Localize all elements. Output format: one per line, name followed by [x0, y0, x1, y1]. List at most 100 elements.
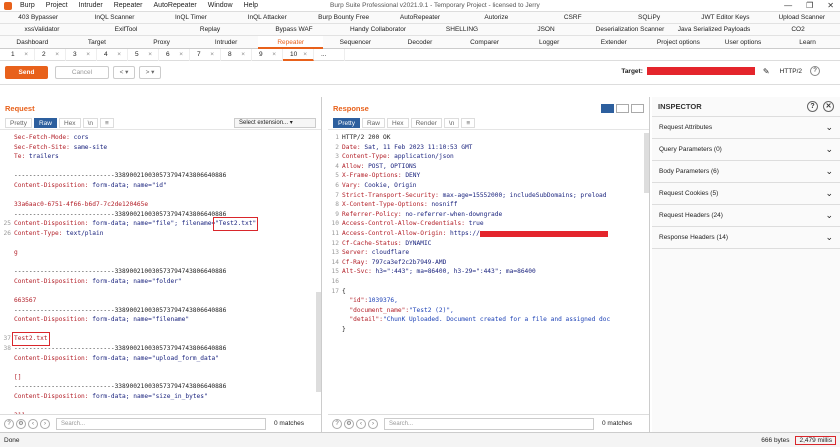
- response-view-tab[interactable]: Render: [410, 117, 442, 128]
- request-view-tab[interactable]: \n: [82, 117, 98, 128]
- repeater-tab[interactable]: 6 ×: [159, 48, 190, 61]
- inspector-section[interactable]: Body Parameters (6) ⌄: [652, 161, 840, 183]
- repeater-tab[interactable]: 1 ×: [4, 48, 35, 61]
- layout-toggle[interactable]: [599, 103, 644, 113]
- inspector-section[interactable]: Query Parameters (0) ⌄: [652, 139, 840, 161]
- request-view-tab[interactable]: ≡: [99, 117, 114, 128]
- inspector-section[interactable]: Request Attributes ⌄: [652, 117, 840, 139]
- layout-vertical-icon[interactable]: [631, 103, 644, 113]
- tab-close-icon[interactable]: ×: [210, 49, 214, 61]
- extension-tab[interactable]: Upload Scanner: [764, 14, 840, 21]
- target-host-redacted[interactable]: [646, 67, 755, 75]
- extension-tab[interactable]: Handy Collaborator: [336, 26, 420, 33]
- tab-user-options[interactable]: User options: [711, 36, 776, 49]
- tab-extender[interactable]: Extender: [581, 36, 646, 49]
- settings-gear-icon[interactable]: ⚙: [16, 418, 26, 429]
- tab-close-icon[interactable]: ×: [241, 49, 245, 61]
- tab-sequencer[interactable]: Sequencer: [323, 36, 388, 49]
- request-search-input[interactable]: Search...: [56, 417, 266, 430]
- tab-logger[interactable]: Logger: [517, 36, 582, 49]
- repeater-tab[interactable]: 3 ×: [66, 48, 97, 61]
- response-view-tab[interactable]: ≡: [461, 117, 476, 128]
- response-search-input[interactable]: Search...: [384, 417, 594, 430]
- extension-tab[interactable]: Replay: [168, 26, 252, 33]
- help-icon[interactable]: ?: [810, 66, 820, 76]
- response-view-tab[interactable]: Raw: [361, 117, 385, 128]
- request-scrollbar[interactable]: [316, 292, 321, 392]
- forward-arrow-icon[interactable]: ›: [368, 418, 378, 429]
- maximize-icon[interactable]: ❐: [806, 1, 813, 10]
- menu-item-autorepeater[interactable]: AutoRepeater: [154, 2, 197, 9]
- inspector-section[interactable]: Request Cookies (5) ⌄: [652, 183, 840, 205]
- menu-item-intruder[interactable]: Intruder: [79, 2, 103, 9]
- repeater-tab[interactable]: 8 ×: [221, 48, 252, 61]
- extension-tab[interactable]: Java Serialized Payloads: [672, 26, 756, 33]
- extension-tab[interactable]: AutoRepeater: [382, 14, 458, 21]
- tab-close-icon[interactable]: ×: [148, 49, 152, 61]
- menu-item-burp[interactable]: Burp: [20, 2, 35, 9]
- response-view-tab[interactable]: \n: [443, 117, 460, 128]
- extension-tab[interactable]: InQL Scanner: [76, 14, 152, 21]
- layout-split-icon[interactable]: [601, 103, 614, 113]
- repeater-tab[interactable]: 2 ×: [35, 48, 66, 61]
- tab-close-icon[interactable]: ×: [179, 49, 183, 61]
- select-extension-dropdown[interactable]: Select extension... ▾: [234, 117, 316, 128]
- extension-tab[interactable]: InQL Attacker: [229, 14, 305, 21]
- extension-tab[interactable]: SQLiPy: [611, 14, 687, 21]
- help-icon[interactable]: ?: [4, 418, 14, 429]
- repeater-tab[interactable]: 4 ×: [97, 48, 128, 61]
- previous-button[interactable]: < ▾: [113, 66, 135, 79]
- protocol-label[interactable]: HTTP/2: [780, 68, 802, 75]
- response-editor[interactable]: 1 HTTP/2 200 OK 2 Date: Sat, 11 Feb 2023 11…: [328, 133, 649, 414]
- tab-learn[interactable]: Learn: [775, 36, 840, 49]
- extension-tab[interactable]: xssValidator: [0, 26, 84, 33]
- extension-tab[interactable]: 403 Bypasser: [0, 14, 76, 21]
- repeater-tab[interactable]: 9 ×: [252, 48, 283, 61]
- tab-dashboard[interactable]: Dashboard: [0, 36, 65, 49]
- tab-close-icon[interactable]: ×: [272, 49, 276, 61]
- extension-tab[interactable]: JWT Editor Keys: [687, 14, 763, 21]
- extension-tab[interactable]: Bypass WAF: [252, 26, 336, 33]
- send-button[interactable]: Send: [5, 66, 48, 79]
- extension-tab[interactable]: JSON: [504, 26, 588, 33]
- tab-decoder[interactable]: Decoder: [388, 36, 453, 49]
- request-view-tab[interactable]: Pretty: [5, 117, 32, 128]
- extension-tab[interactable]: Burp Bounty Free: [305, 14, 381, 21]
- repeater-tab[interactable]: 5 ×: [128, 48, 159, 61]
- tab-close-icon[interactable]: ×: [55, 49, 59, 61]
- extension-tab[interactable]: CO2: [756, 26, 840, 33]
- tab-proxy[interactable]: Proxy: [129, 36, 194, 49]
- tab-comparer[interactable]: Comparer: [452, 36, 517, 49]
- extension-tab[interactable]: InQL Timer: [153, 14, 229, 21]
- tab-repeater[interactable]: Repeater: [258, 35, 324, 49]
- next-button[interactable]: > ▾: [139, 66, 161, 79]
- extension-tab[interactable]: Deserialization Scanner: [588, 26, 672, 33]
- tab-close-icon[interactable]: ×: [117, 49, 121, 61]
- forward-arrow-icon[interactable]: ›: [40, 418, 50, 429]
- tab-close-icon[interactable]: ×: [303, 49, 307, 61]
- layout-horizontal-icon[interactable]: [616, 103, 629, 113]
- tab-target[interactable]: Target: [65, 36, 130, 49]
- cancel-button[interactable]: Cancel: [55, 66, 109, 79]
- response-view-tab[interactable]: Pretty: [333, 117, 360, 128]
- request-view-tab[interactable]: Hex: [59, 117, 81, 128]
- menu-item-help[interactable]: Help: [244, 2, 258, 9]
- settings-gear-icon[interactable]: ⚙: [344, 418, 354, 429]
- inspector-section[interactable]: Request Headers (24) ⌄: [652, 205, 840, 227]
- response-scrollbar[interactable]: [644, 133, 649, 193]
- response-view-tab[interactable]: Hex: [387, 117, 409, 128]
- extension-tab[interactable]: Autorize: [458, 14, 534, 21]
- request-view-tab[interactable]: Raw: [33, 117, 57, 128]
- menu-item-project[interactable]: Project: [46, 2, 68, 9]
- extension-tab[interactable]: ExifTool: [84, 26, 168, 33]
- repeater-tab[interactable]: 10 ×: [283, 48, 314, 61]
- repeater-tab[interactable]: ...: [314, 48, 345, 61]
- minimize-icon[interactable]: —: [784, 1, 792, 10]
- extension-tab[interactable]: CSRF: [535, 14, 611, 21]
- extension-tab[interactable]: SHELLING: [420, 26, 504, 33]
- back-arrow-icon[interactable]: ‹: [356, 418, 366, 429]
- back-arrow-icon[interactable]: ‹: [28, 418, 38, 429]
- tab-intruder[interactable]: Intruder: [194, 36, 259, 49]
- menu-item-repeater[interactable]: Repeater: [114, 2, 143, 9]
- edit-pencil-icon[interactable]: ✎: [763, 67, 770, 76]
